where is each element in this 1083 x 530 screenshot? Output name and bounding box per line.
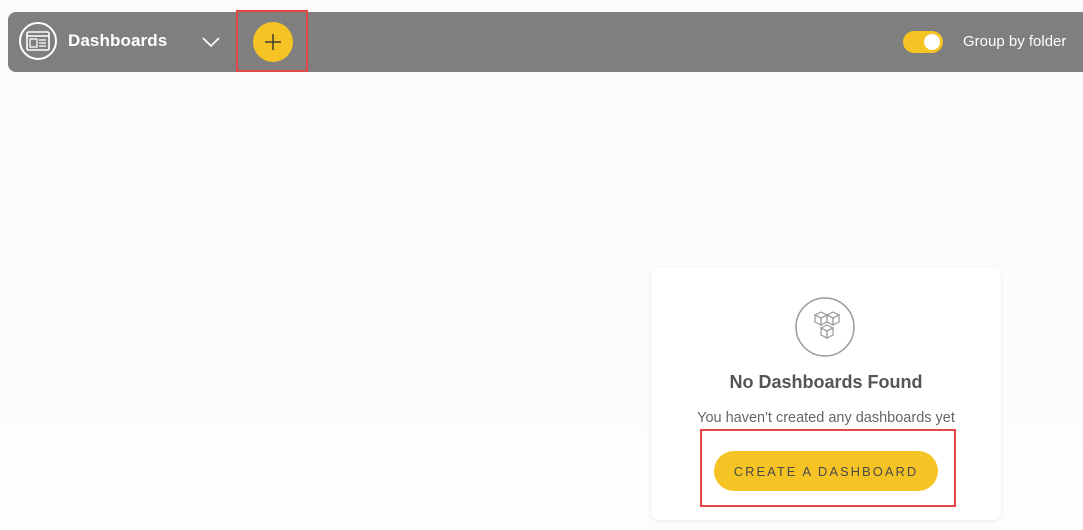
dashboards-page: Dashboards Group by folder No Dashboards… [0, 0, 1083, 530]
page-title: Dashboards [68, 31, 168, 50]
add-button-highlight [236, 10, 308, 72]
plus-icon [265, 34, 281, 50]
empty-state-subtitle: You haven't created any dashboards yet [697, 410, 955, 426]
create-dashboard-button[interactable]: CREATE A DASHBOARD [714, 451, 938, 491]
dashboard-icon [19, 22, 57, 60]
chevron-down-icon[interactable] [200, 31, 222, 53]
empty-state-title: No Dashboards Found [729, 372, 923, 392]
toggle-knob [924, 34, 940, 50]
add-dashboard-button[interactable] [253, 22, 293, 62]
empty-state-card: No Dashboards Found You haven't created … [651, 268, 1001, 520]
cubes-icon [795, 297, 855, 357]
top-bar: Dashboards Group by folder [8, 10, 1083, 72]
group-by-folder-label: Group by folder [963, 33, 1067, 50]
create-button-highlight: CREATE A DASHBOARD [700, 429, 956, 507]
group-by-folder-toggle[interactable] [903, 31, 943, 53]
